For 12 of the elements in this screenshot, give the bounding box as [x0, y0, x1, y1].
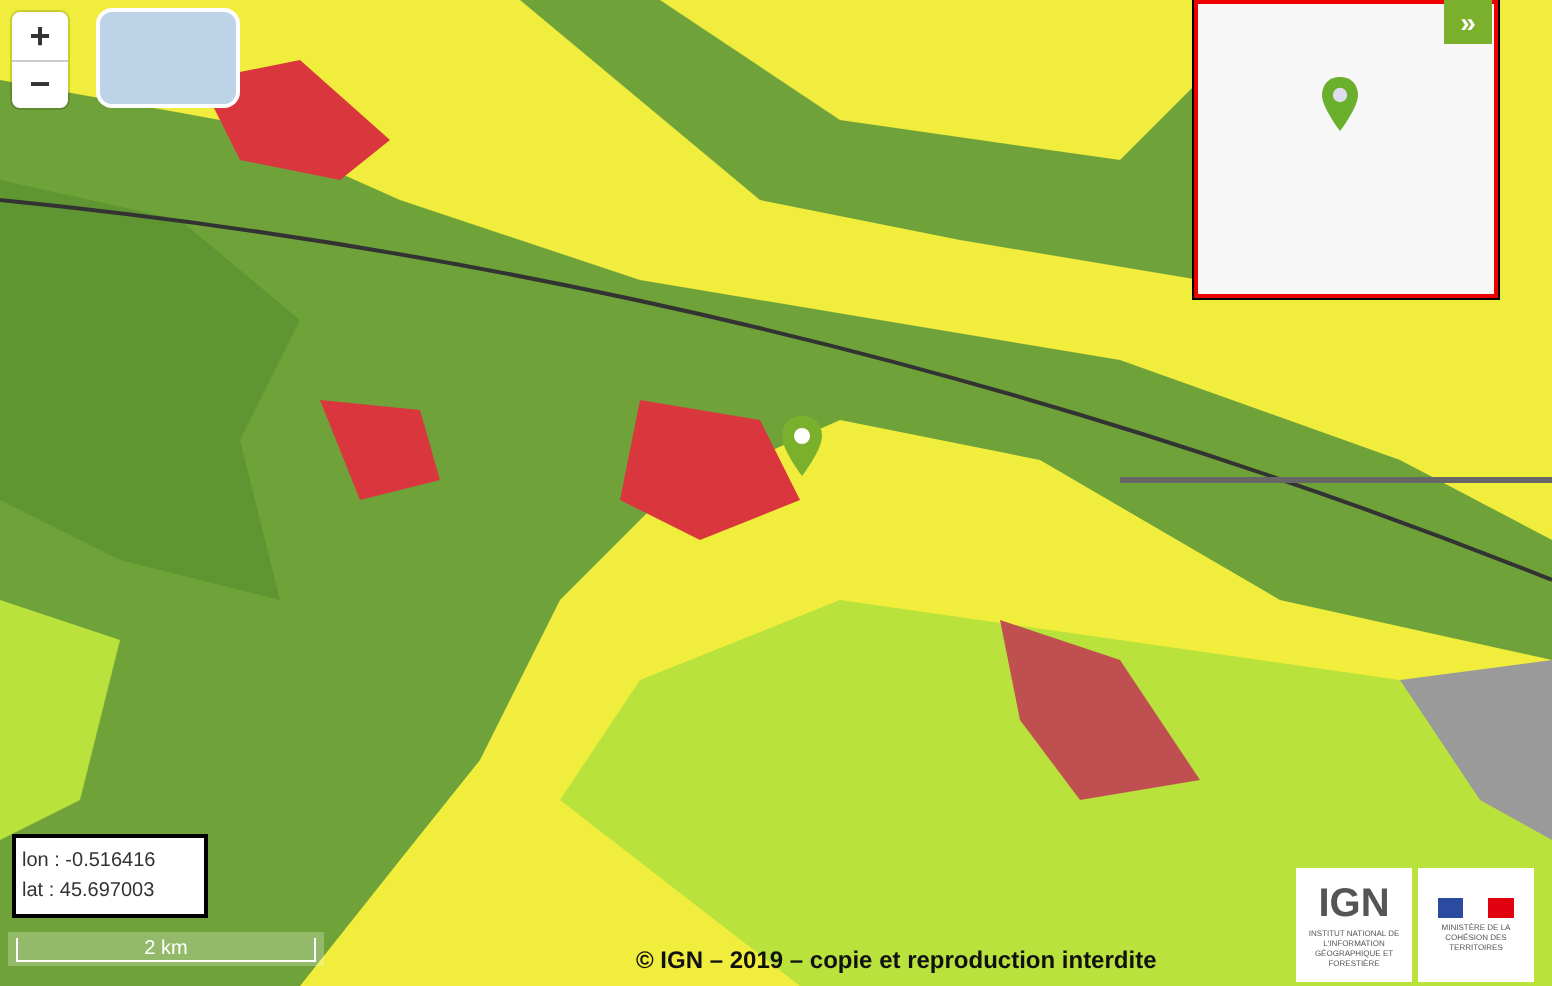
scale-label: 2 km: [16, 937, 316, 961]
flag-icon: [1438, 898, 1514, 918]
longitude-text: lon : -0.516416: [22, 848, 158, 876]
latitude-text: lat : 45.697003: [22, 878, 157, 906]
zoom-out-button[interactable]: −: [12, 60, 68, 108]
map-drawing[interactable]: [0, 0, 1552, 986]
map-pin-icon: [782, 416, 822, 476]
overview-pin-icon: [1322, 76, 1358, 132]
logo-name: IGN: [1318, 883, 1390, 923]
basemap-thumbnail[interactable]: [96, 8, 240, 108]
copyright-text: © IGN – 2019 – copie et reproduction interdite: [636, 946, 1157, 974]
zoom-in-button[interactable]: +: [12, 12, 68, 60]
